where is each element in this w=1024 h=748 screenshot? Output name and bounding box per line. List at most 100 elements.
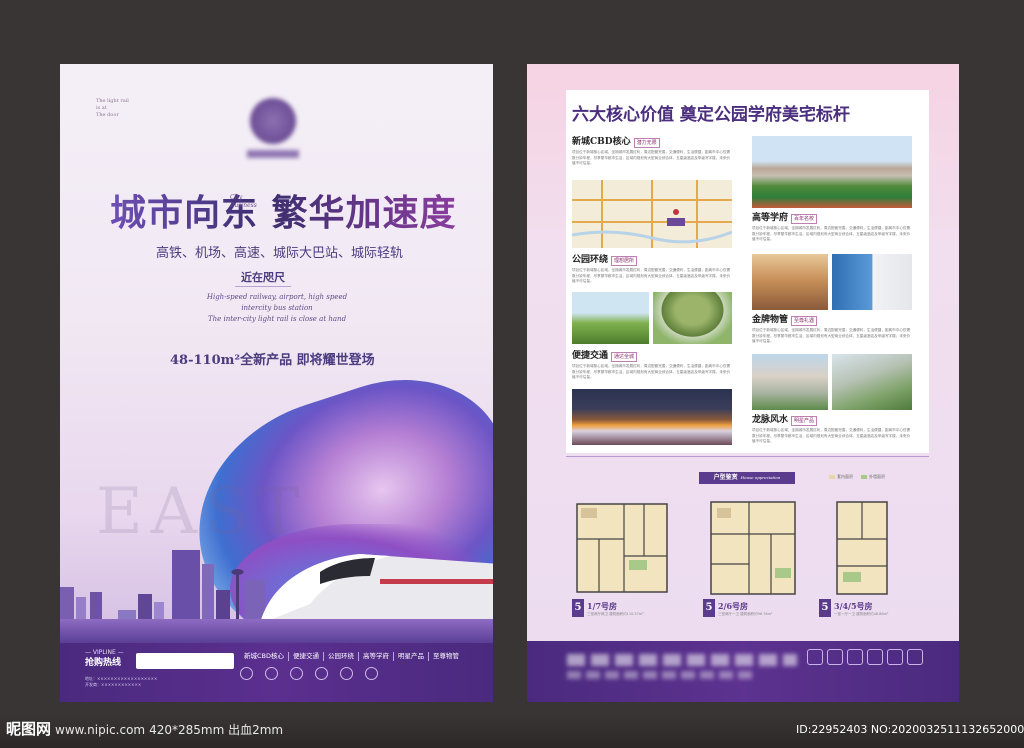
section-property-title: 金牌物管 至尊礼遇 xyxy=(752,314,818,326)
english-text: High-speed railway, airport, high speed … xyxy=(192,292,362,325)
tag-property: 至尊物管 xyxy=(433,652,460,660)
floorplan-heading-cn: 户型鉴赏 xyxy=(713,474,738,481)
star-icon xyxy=(340,667,353,680)
qr-icon xyxy=(827,649,843,665)
watermark-id: ID:22952403 NO:20200325111326520000 xyxy=(796,723,1024,736)
legend-swatch-inner xyxy=(829,475,835,479)
section-park-label: 公园环绕 xyxy=(572,255,609,265)
tag-product: 明星产品 xyxy=(394,652,430,661)
hotline-label: 抢购热线 xyxy=(85,658,122,668)
traffic-photo xyxy=(572,389,732,445)
hotline-number-box xyxy=(136,653,234,669)
product-line: 48-110m²全新产品 即将耀世登场 xyxy=(170,353,375,368)
school-icon xyxy=(315,667,328,680)
english-line-1: High-speed railway, airport, high speed xyxy=(206,293,348,301)
section-traffic-text: 项目位于新城核心区域，坐拥城市发展红利，周边配套完善，交通便利，生活便捷，距离市… xyxy=(572,364,731,380)
address-text: 地址：×××××××××××××××××× 开发商：×××××××××××× xyxy=(85,676,158,687)
tag-cbd: 新城CBD核心 xyxy=(240,652,290,661)
logo-text xyxy=(247,150,299,158)
crown-icon xyxy=(365,667,378,680)
section-traffic-label: 便捷交通 xyxy=(572,351,609,361)
unit-1-desc: 三室两厅两卫 建筑面积约110.57m² xyxy=(587,612,644,616)
section-school-title: 高等学府 百年名校 xyxy=(752,212,818,224)
floorplan-legend: 套内面积 外墙面积 xyxy=(829,474,885,480)
floorplan-2-image xyxy=(710,501,796,595)
section-cbd-tag: 潜力无限 xyxy=(633,138,660,148)
section-property-tag: 至尊礼遇 xyxy=(791,316,818,326)
section-cbd-title: 新城CBD核心 潜力无限 xyxy=(572,136,660,148)
section-fengshui-tag: 明星产品 xyxy=(791,416,818,426)
footer-icons xyxy=(240,667,378,680)
park-photo-2 xyxy=(653,292,732,344)
tag-park: 公园环绕 xyxy=(324,652,360,661)
headline: 城市向东 繁华加速度 xyxy=(110,192,457,234)
section-park-title: 公园环绕 理想居所 xyxy=(572,254,638,266)
transport-line: 高铁、机场、高速、城际大巴站、城际轻轨 xyxy=(156,246,404,261)
english-line-3: The inter-city light rail is close at ha… xyxy=(207,315,347,323)
watermark-spec: 420*285mm 出血2mm xyxy=(149,723,284,737)
train-image xyxy=(260,554,493,630)
cbd-icon xyxy=(240,667,253,680)
section-park-text: 项目位于新城核心区域，坐拥城市发展红利，周边配套完善，交通便利，生活便捷，距离市… xyxy=(572,268,731,284)
unit-3-number: 5 xyxy=(819,599,831,617)
qr-icon xyxy=(887,649,903,665)
english-line-2: intercity bus station xyxy=(241,304,313,312)
guard-photo xyxy=(832,254,912,310)
section-school-tag: 百年名校 xyxy=(791,214,818,224)
legend-label-inner: 套内面积 xyxy=(837,474,853,479)
tiny-note: The light rail is at The door xyxy=(96,98,129,118)
qr-icon xyxy=(807,649,823,665)
floorplan-heading: 户型鉴赏 House appreciation xyxy=(699,472,795,484)
watermark-site: 昵图网 xyxy=(6,720,52,738)
location-map-image xyxy=(572,180,732,248)
unit-2-number: 5 xyxy=(703,599,715,617)
school-photo xyxy=(752,136,912,208)
unit-3-desc: 一室一厅一卫 建筑面积约48.86m² xyxy=(834,612,889,616)
aerial-photo xyxy=(832,354,912,410)
unit-1-name: 1/7号房 xyxy=(587,601,618,611)
unit-3-name: 3/4/5号房 xyxy=(834,601,873,611)
floorplan-1-image xyxy=(576,503,668,593)
legend-item-outer: 外墙面积 xyxy=(861,474,885,480)
watermark-url: www.nipic.com xyxy=(55,723,146,737)
vipline-label: — VIPLINE — xyxy=(85,649,124,656)
section-fengshui-text: 项目位于新城核心区域，坐拥城市发展红利，周边配套完善，交通便利，生活便捷，距离市… xyxy=(752,428,911,444)
tag-traffic: 便捷交通 xyxy=(289,652,325,661)
floorplan-heading-en: House appreciation xyxy=(740,475,781,480)
floorplan-3-image xyxy=(836,501,888,595)
section-park-tag: 理想居所 xyxy=(611,256,638,266)
lobby-photo xyxy=(752,254,828,310)
feature-tags: 新城CBD核心 便捷交通 公园环绕 高等学府 明星产品 至尊物管 xyxy=(240,652,463,661)
nearby-label: 近在咫尺 xyxy=(235,270,291,287)
blurred-contact-text-2 xyxy=(567,671,757,679)
unit-1-number: 5 xyxy=(572,599,584,617)
park-icon xyxy=(290,667,303,680)
legend-swatch-outer xyxy=(861,475,867,479)
section-traffic-title: 便捷交通 通达全城 xyxy=(572,350,638,362)
section-cbd-label: 新城CBD核心 xyxy=(572,137,631,147)
section-cbd-text: 项目位于新城核心区域，坐拥城市发展红利，周边配套完善，交通便利，生活便捷，距离市… xyxy=(572,150,731,166)
front-flyer: The light rail is at The door 城市向东 繁华加速度… xyxy=(60,64,493,702)
legend-label-outer: 外墙面积 xyxy=(869,474,885,479)
section-traffic-tag: 通达全城 xyxy=(611,352,638,362)
section-fengshui-label: 龙脉风水 xyxy=(752,415,789,425)
logo-icon xyxy=(250,98,296,144)
traffic-icon xyxy=(265,667,278,680)
section-property-label: 金牌物管 xyxy=(752,315,789,325)
watermark-left: 昵图网 www.nipic.com 420*285mm 出血2mm xyxy=(6,719,283,739)
community-photo xyxy=(752,354,828,410)
legend-item-inner: 套内面积 xyxy=(829,474,853,480)
unit-2-name: 2/6号房 xyxy=(718,601,749,611)
qr-icon xyxy=(907,649,923,665)
blurred-contact-text xyxy=(567,654,797,666)
headline-mid: City Business xyxy=(230,194,257,209)
tag-school: 高等学府 xyxy=(359,652,395,661)
section-property-text: 项目位于新城核心区域，坐拥城市发展红利，周边配套完善，交通便利，生活便捷，距离市… xyxy=(752,328,911,344)
park-photo-1 xyxy=(572,292,649,344)
section-school-text: 项目位于新城核心区域，坐拥城市发展红利，周边配套完善，交通便利，生活便捷，距离市… xyxy=(752,226,911,242)
unit-2-desc: 三室两厅一卫 建筑面积约96.76m² xyxy=(718,612,773,616)
section-school-label: 高等学府 xyxy=(752,213,789,223)
qr-icon xyxy=(847,649,863,665)
section-divider xyxy=(566,456,929,457)
core-title: 六大核心价值 奠定公园学府美宅标杆 xyxy=(572,105,850,125)
